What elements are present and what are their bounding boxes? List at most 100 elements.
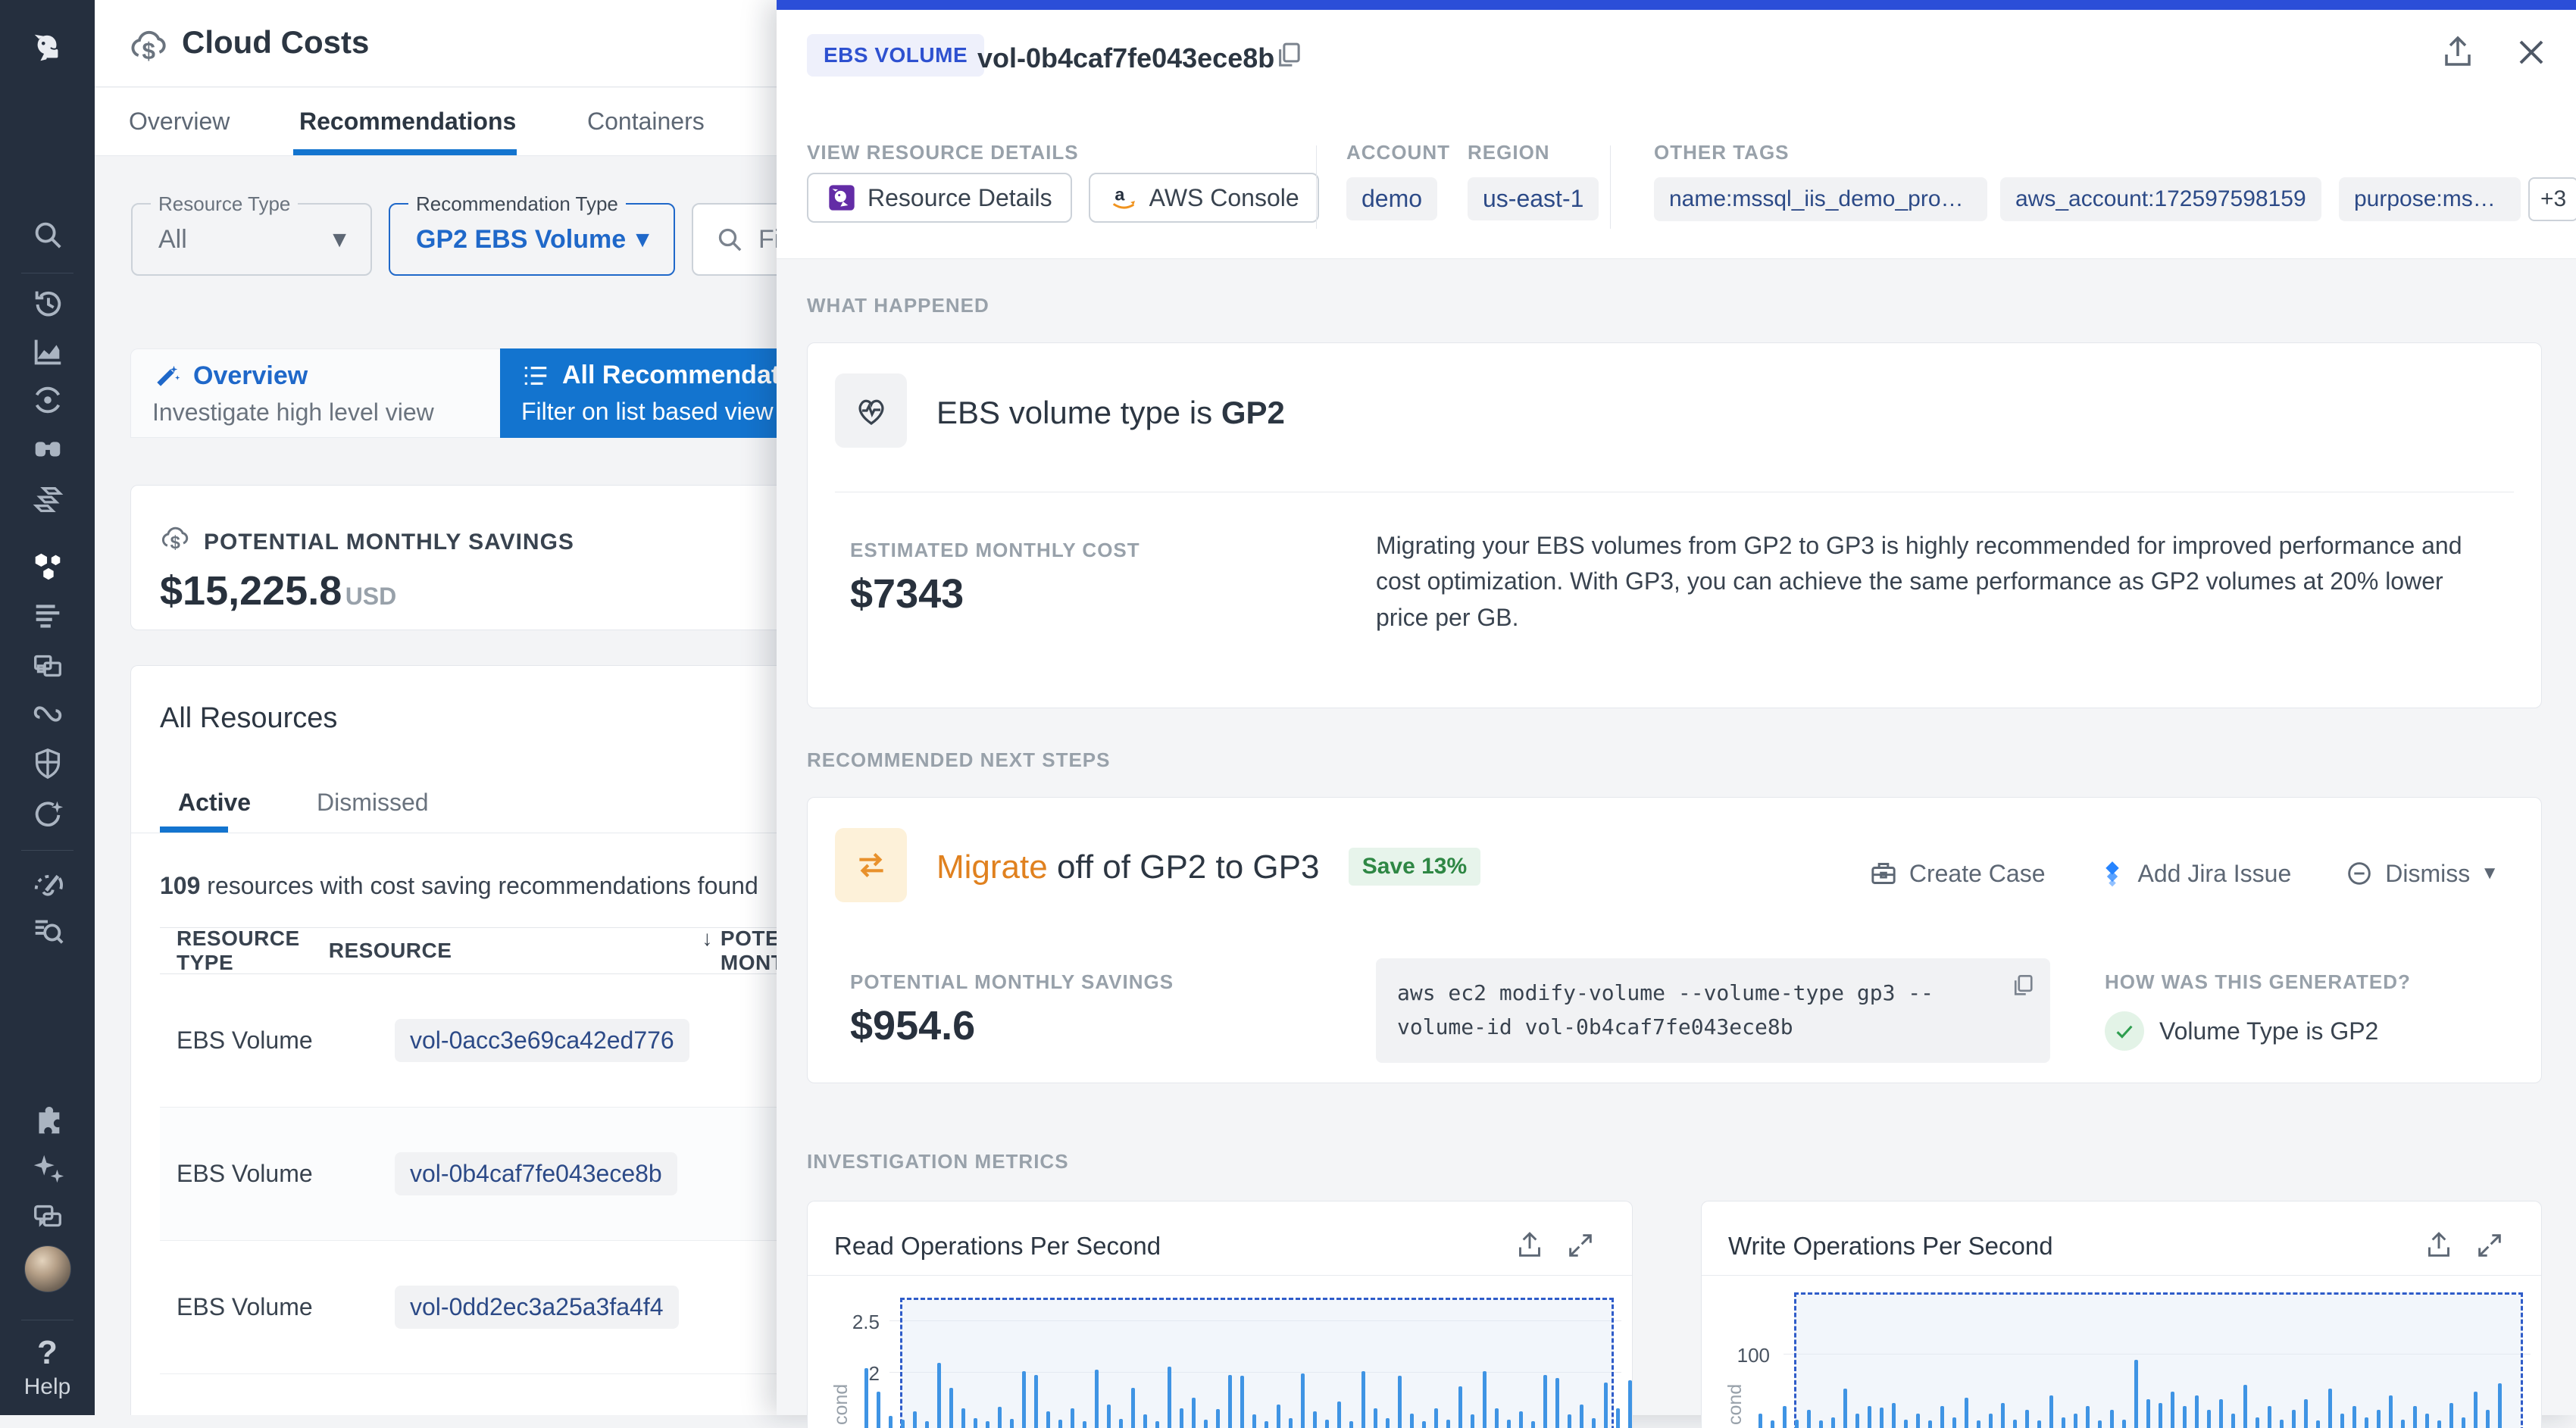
chart-bar — [1807, 1410, 1811, 1428]
chart-bar — [2268, 1406, 2271, 1428]
chart-bar — [1628, 1380, 1632, 1428]
view-toggle-overview[interactable]: Overview Investigate high level view — [130, 348, 500, 438]
chart-bar — [1265, 1421, 1268, 1428]
recommendation-type-dropdown[interactable]: Recommendation Type GP2 EBS Volume ▼ — [389, 203, 675, 276]
chart-bar — [1349, 1421, 1353, 1428]
help-label[interactable]: Help — [0, 1374, 95, 1400]
chart-bar — [2389, 1395, 2393, 1428]
chart-bar — [1616, 1408, 1620, 1428]
help-icon[interactable]: ? — [0, 1332, 95, 1374]
tag-pill[interactable]: aws_account:172597598159 — [2000, 177, 2321, 221]
aws-icon: a — [1108, 183, 1139, 213]
service-connections-icon[interactable] — [0, 691, 95, 736]
chart-bar — [1046, 1411, 1050, 1428]
chart-bar — [998, 1407, 1002, 1428]
jira-icon — [2098, 859, 2127, 888]
chart-bar — [1143, 1414, 1147, 1428]
security-icon[interactable] — [0, 741, 95, 786]
next-steps-card: Migrate off of GP2 to GP3 Save 13% Creat… — [807, 797, 2542, 1083]
resource-link[interactable]: vol-0acc3e69ca42ed776 — [395, 1019, 689, 1062]
chart-bar — [1783, 1406, 1787, 1428]
chart-bar — [1240, 1376, 1244, 1428]
tag-pill[interactable]: name:mssql_iis_demo_prod_1 — [1654, 177, 1987, 221]
history-icon[interactable] — [0, 280, 95, 326]
chart-bar — [2013, 1420, 2017, 1428]
resource-details-button[interactable]: Resource Details — [807, 173, 1072, 223]
chart-series — [864, 1201, 1613, 1428]
chart-bar — [2243, 1385, 2247, 1428]
chart-bar — [1058, 1420, 1062, 1428]
more-tags-button[interactable]: +3 — [2528, 177, 2576, 221]
add-jira-issue-button[interactable]: Add Jira Issue — [2098, 859, 2291, 888]
metrics-icon[interactable] — [0, 329, 95, 374]
col-resource[interactable]: RESOURCE — [329, 939, 452, 963]
bits-ai-icon[interactable] — [0, 1145, 95, 1191]
chart-bar — [2037, 1420, 2041, 1428]
chart-bar — [1204, 1420, 1208, 1428]
savings-summary-amount: $15,225.8 — [160, 568, 342, 614]
chart-bar — [2352, 1406, 2356, 1428]
chart-bar — [1398, 1376, 1402, 1428]
region-value[interactable]: us-east-1 — [1468, 177, 1599, 220]
col-resource-type[interactable]: RESOURCE TYPE — [160, 926, 329, 975]
tab-dismissed[interactable]: Dismissed — [317, 789, 429, 817]
panel-accent-bar — [777, 0, 2576, 10]
chart-bar — [1928, 1420, 1932, 1428]
close-icon[interactable] — [2513, 34, 2549, 70]
chart-bar — [2146, 1399, 2150, 1428]
tab-active[interactable]: Active — [178, 789, 251, 817]
user-avatar[interactable] — [0, 1242, 95, 1295]
cli-command-block[interactable]: aws ec2 modify-volume --volume-type gp3 … — [1376, 958, 2050, 1063]
resource-type-dropdown[interactable]: Resource Type All ▼ — [131, 203, 372, 276]
chart-bar — [1507, 1420, 1511, 1428]
tab-recommendations[interactable]: Recommendations — [299, 88, 516, 155]
how-generated-label: HOW WAS THIS GENERATED? — [2105, 970, 2411, 994]
apm-icon[interactable] — [0, 377, 95, 423]
tag-pill[interactable]: purpose:mssql... — [2339, 177, 2521, 221]
create-case-button[interactable]: Create Case — [1868, 858, 2046, 889]
software-catalog-icon[interactable] — [0, 477, 95, 523]
copy-icon[interactable] — [1273, 39, 1305, 71]
slo-gauge-icon[interactable] — [0, 859, 95, 905]
datadog-logo-icon[interactable] — [0, 21, 95, 74]
logs-icon[interactable] — [0, 592, 95, 638]
synthetics-icon[interactable] — [0, 791, 95, 836]
chart-bar — [1880, 1408, 1884, 1428]
chart-bar — [1313, 1411, 1317, 1428]
aws-console-button[interactable]: a AWS Console — [1089, 173, 1319, 223]
next-steps-action-title: Migrate off of GP2 to GP3 Save 13% — [936, 848, 1480, 886]
chart-bar — [1410, 1414, 1414, 1428]
account-value[interactable]: demo — [1346, 177, 1437, 220]
chart-bar — [901, 1420, 905, 1428]
all-resources-title: All Resources — [160, 702, 337, 735]
datadog-purple-icon — [827, 183, 857, 213]
chart-bar — [1940, 1406, 1944, 1428]
chart-bar — [1192, 1398, 1196, 1428]
search-icon[interactable] — [0, 212, 95, 258]
generated-reason: Volume Type is GP2 — [2159, 1017, 2378, 1045]
dashboards-icon[interactable] — [0, 642, 95, 688]
active-tab-underline — [293, 149, 517, 155]
dismiss-button[interactable]: Dismiss ▼ — [2344, 858, 2499, 889]
export-icon[interactable] — [2440, 34, 2476, 70]
cloud-costs-icon: $ — [127, 24, 170, 68]
resource-link[interactable]: vol-0dd2ec3a25a3fa4f4 — [395, 1286, 679, 1329]
chart-bar — [1843, 1389, 1847, 1428]
resource-link[interactable]: vol-0b4caf7fe043ece8b — [395, 1152, 677, 1195]
copy-icon[interactable] — [2009, 972, 2037, 999]
write-ops-chart-card: Write Operations Per Second cond 100 — [1701, 1201, 2542, 1428]
tab-containers[interactable]: Containers — [587, 88, 705, 155]
tab-overview[interactable]: Overview — [129, 88, 230, 155]
chart-bar — [2086, 1406, 2090, 1428]
chart-bar — [2498, 1383, 2502, 1428]
chart-bar — [1374, 1408, 1377, 1428]
infrastructure-icon[interactable] — [0, 544, 95, 589]
chart-bar — [2316, 1420, 2320, 1428]
log-explorer-icon[interactable] — [0, 909, 95, 955]
integrations-puzzle-icon[interactable] — [0, 1097, 95, 1142]
watchdog-icon[interactable] — [0, 426, 95, 471]
chart-bar — [961, 1408, 965, 1428]
chart-bar — [1107, 1405, 1111, 1428]
chevron-down-icon: ▼ — [631, 227, 654, 253]
workflows-icon[interactable] — [0, 1194, 95, 1239]
